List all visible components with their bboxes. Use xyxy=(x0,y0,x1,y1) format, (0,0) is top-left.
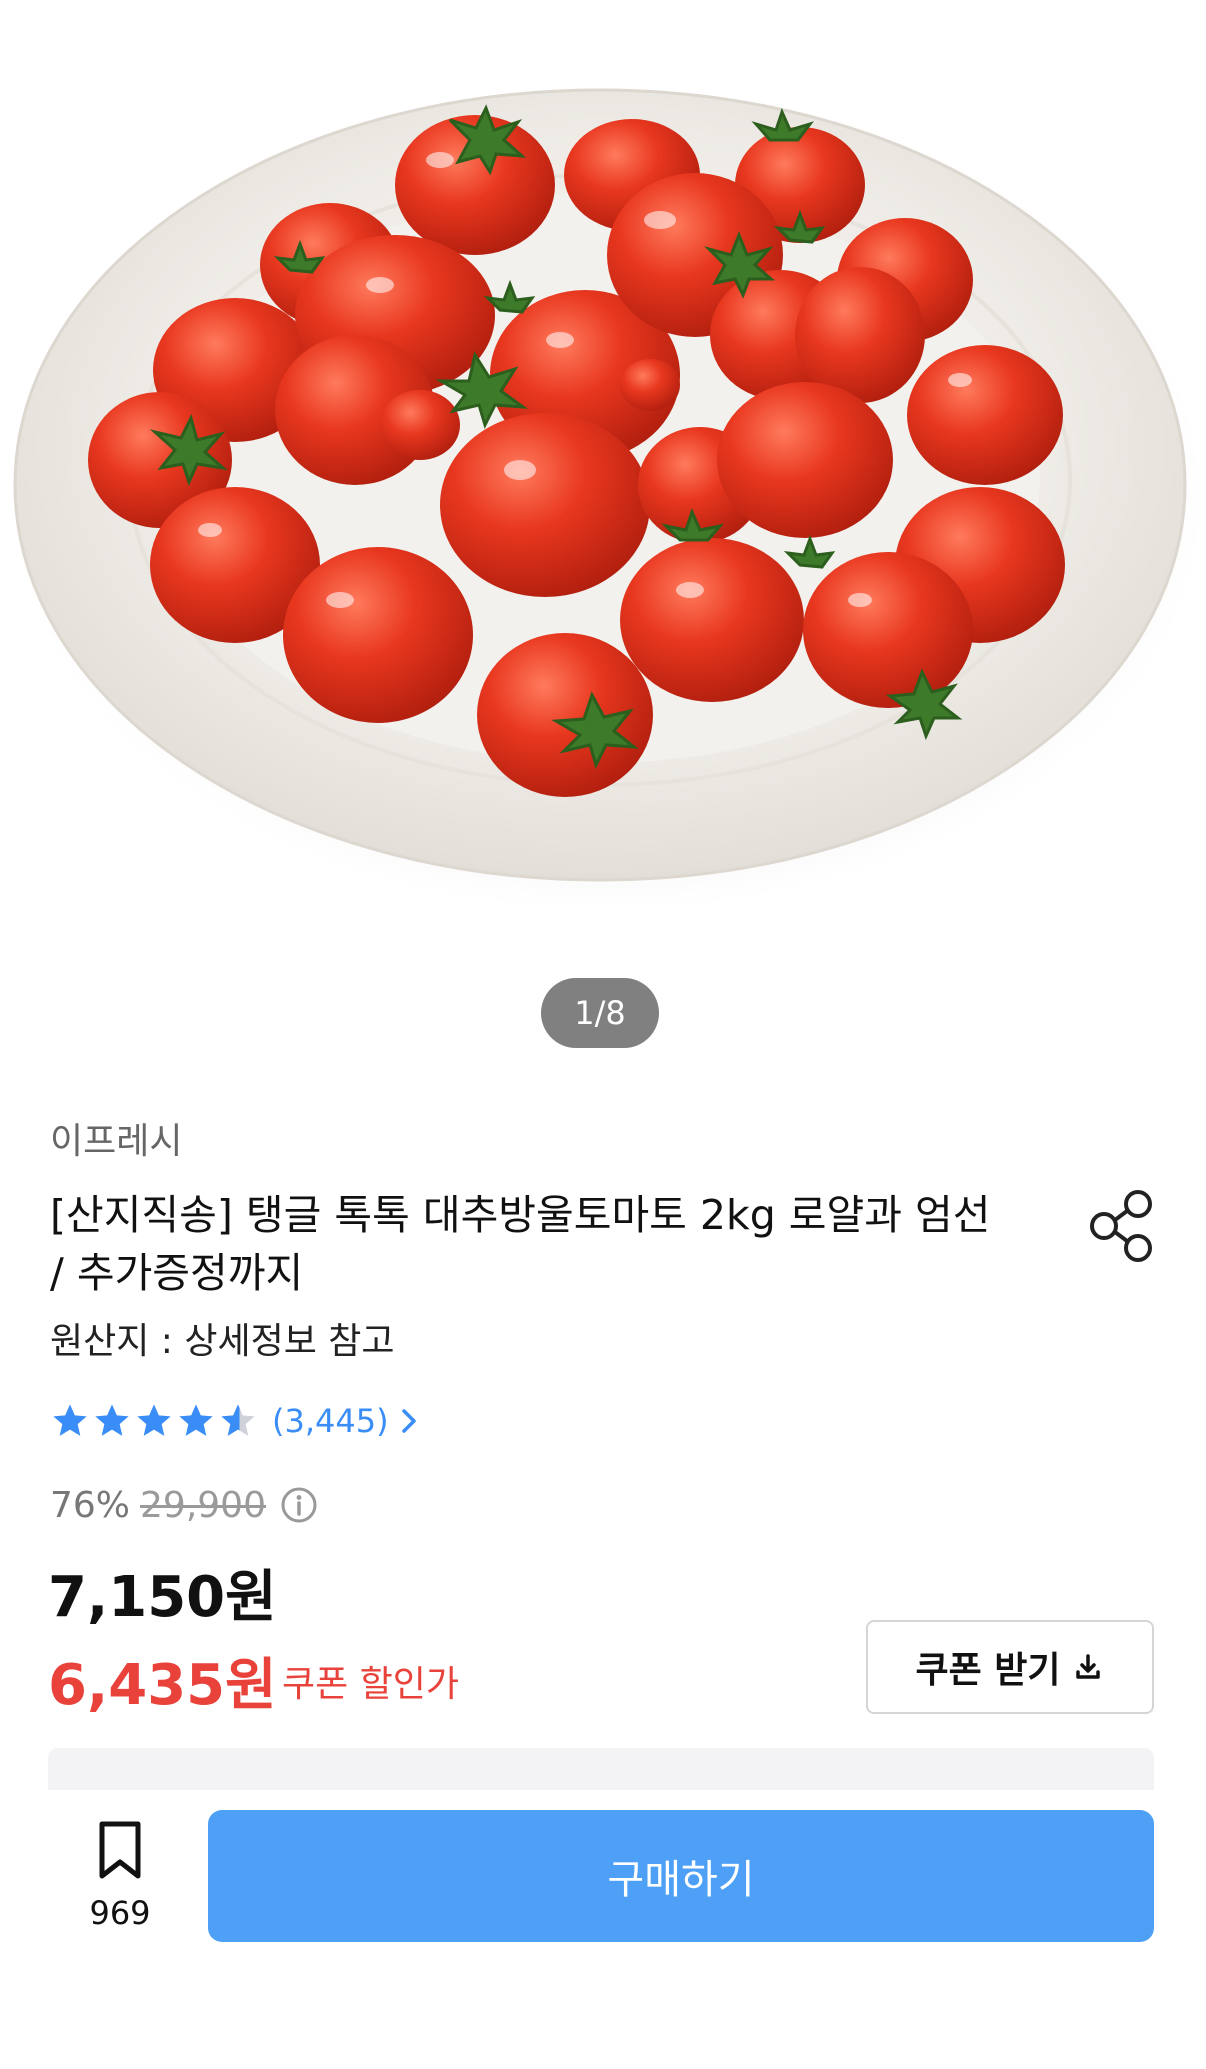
discount-rate: 76% xyxy=(50,1484,131,1526)
get-coupon-button[interactable]: 쿠폰 받기 xyxy=(866,1620,1154,1714)
product-title: [산지직송] 탱글 톡톡 대추방울토마토 2kg 로얄과 엄선 / 추가증정까지 xyxy=(50,1191,991,1297)
get-coupon-label: 쿠폰 받기 xyxy=(915,1650,1061,1691)
star-icon xyxy=(137,1404,171,1436)
star-icon xyxy=(179,1404,213,1436)
original-price-row: 76% 29,900 xyxy=(50,1480,318,1530)
image-pager-indicator: 1/8 xyxy=(541,978,659,1048)
share-button[interactable] xyxy=(1086,1186,1158,1266)
star-half-icon xyxy=(221,1404,255,1436)
buy-button[interactable]: 구매하기 xyxy=(208,1810,1154,1942)
origin-info: 원산지 : 상세정보 참고 xyxy=(50,1321,395,1362)
rating-stars xyxy=(50,1401,258,1441)
bookmark-count: 969 xyxy=(89,1894,151,1932)
review-count: (3,445) xyxy=(272,1402,389,1440)
coupon-price: 6,435원 xyxy=(48,1653,277,1718)
chevron-right-icon xyxy=(401,1409,416,1433)
bottom-action-bar: 969 구매하기 xyxy=(0,1790,1206,2069)
star-icon xyxy=(53,1404,87,1436)
share-icon xyxy=(1090,1190,1152,1262)
original-price: 29,900 xyxy=(140,1484,266,1526)
bookmark-icon xyxy=(99,1821,141,1879)
seller-name[interactable]: 이프레시 xyxy=(50,1112,182,1164)
sale-price: 7,150원 xyxy=(48,1565,277,1630)
info-icon[interactable] xyxy=(280,1486,318,1524)
rating-row[interactable]: (3,445) xyxy=(50,1396,421,1446)
product-image xyxy=(0,0,1206,1070)
download-icon xyxy=(1075,1654,1100,1679)
product-detail-page: 1/8 이프레시 [산지직송] 탱글 톡톡 대추방울토마토 2kg 로얄과 엄선… xyxy=(0,0,1206,2069)
bookmark-button[interactable]: 969 xyxy=(80,1820,160,1950)
star-icon xyxy=(95,1404,129,1436)
coupon-price-label: 쿠폰 할인가 xyxy=(282,1664,460,1705)
product-image-gallery[interactable]: 1/8 xyxy=(0,0,1206,1070)
